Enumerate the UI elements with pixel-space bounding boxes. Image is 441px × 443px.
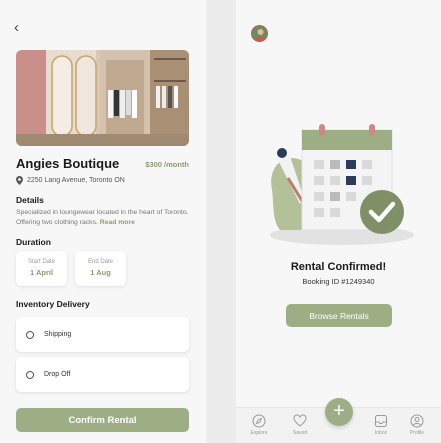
address-row: 2250 Lang Avenue, Toronto ON: [16, 176, 125, 185]
calendar-check-illustration: [270, 124, 414, 245]
tab-inbox-label: Inbox: [374, 430, 388, 436]
inbox-icon: [375, 415, 387, 427]
avatar[interactable]: [251, 25, 268, 42]
confirm-rental-button[interactable]: Confirm Rental: [16, 408, 189, 432]
dropoff-label: Drop Off: [44, 371, 71, 378]
tab-inbox[interactable]: Inbox: [366, 414, 396, 436]
tab-explore-label: Explore: [250, 430, 268, 436]
plus-icon[interactable]: +: [325, 398, 353, 426]
start-date-box[interactable]: Start Date 1 April: [16, 251, 67, 286]
browse-rentals-button[interactable]: Browse Rentals: [286, 304, 392, 327]
tab-saved-label: Saved: [292, 430, 308, 436]
end-date-box[interactable]: End Date 1 Aug: [75, 251, 126, 286]
heart-icon: [293, 414, 307, 427]
end-date-value: 1 Aug: [90, 268, 111, 277]
user-icon: [410, 414, 424, 428]
compass-icon: [252, 414, 266, 428]
read-more-link[interactable]: Read more: [100, 219, 135, 226]
inventory-heading: Inventory Delivery: [16, 299, 90, 309]
details-heading: Details: [16, 195, 44, 205]
dropoff-option[interactable]: Drop Off: [16, 357, 189, 392]
shop-name: Angies Boutique: [16, 156, 120, 171]
address-text: 2250 Lang Avenue, Toronto ON: [27, 177, 125, 184]
booking-id: Booking ID #1249340: [302, 277, 375, 286]
tab-profile-label: Profile: [409, 430, 425, 436]
start-date-label: Start Date: [27, 259, 55, 265]
shipping-option[interactable]: Shipping: [16, 317, 189, 352]
end-date-label: End Date: [87, 259, 114, 265]
tab-explore[interactable]: Explore: [244, 414, 274, 436]
tab-saved[interactable]: Saved: [285, 414, 315, 436]
confirmation-screen: Rental Confirmed! Booking ID #1249340 Br…: [236, 0, 441, 443]
duration-heading: Duration: [16, 237, 51, 247]
price-label: $300 /month: [145, 160, 189, 169]
location-pin-icon: [16, 176, 23, 185]
shipping-radio[interactable]: [26, 330, 34, 339]
start-date-value: 1 April: [29, 268, 54, 277]
shipping-label: Shipping: [44, 331, 72, 338]
booking-screen: ‹ Angies Boutique $300 /month 2250 Lang …: [0, 0, 206, 443]
boutique-photo: [16, 50, 189, 146]
dropoff-radio[interactable]: [26, 370, 34, 379]
chevron-left-icon[interactable]: ‹: [14, 19, 19, 36]
tab-profile[interactable]: Profile: [402, 414, 432, 436]
description: Specialized in loungewear located in the…: [16, 208, 192, 228]
confirmation-title: Rental Confirmed!: [290, 261, 387, 273]
